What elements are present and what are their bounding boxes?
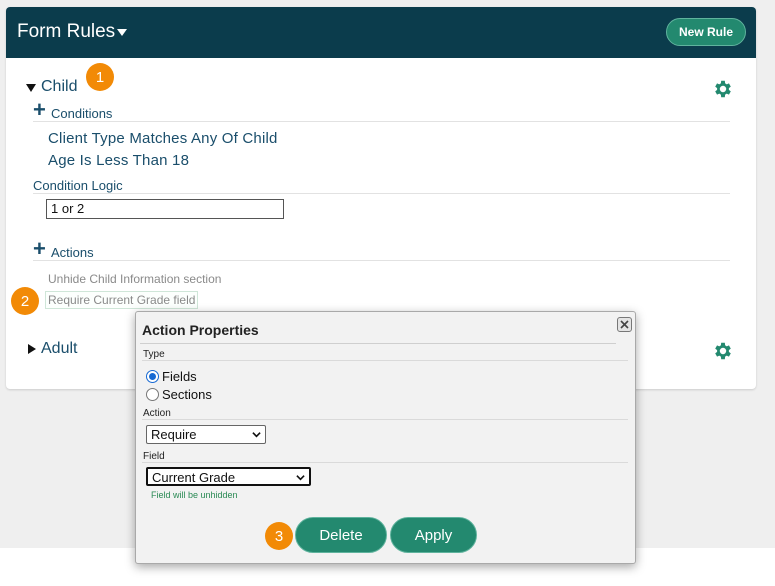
condition-logic-label: Condition Logic	[33, 178, 123, 193]
actions-header: Actions	[51, 245, 94, 260]
panel-title[interactable]: Form Rules	[17, 21, 115, 43]
field-select-value: Current Grade	[152, 470, 236, 485]
rule-name-adult[interactable]: Adult	[41, 340, 77, 358]
dialog-title: Action Properties	[142, 322, 259, 338]
conditions-header: Conditions	[51, 106, 113, 121]
triangle-right-icon[interactable]	[28, 344, 36, 354]
divider	[142, 462, 628, 463]
triangle-down-icon[interactable]	[26, 84, 36, 92]
divider	[142, 360, 628, 361]
divider	[33, 121, 730, 122]
field-hint: Field will be unhidden	[151, 490, 238, 500]
divider	[33, 193, 730, 194]
condition-logic-input[interactable]: 1 or 2	[46, 199, 284, 219]
delete-button[interactable]: Delete	[295, 517, 387, 553]
radio-button[interactable]	[146, 388, 159, 401]
radio-sections[interactable]: Sections	[146, 387, 212, 402]
action-select-value: Require	[151, 427, 197, 442]
gear-icon[interactable]	[712, 340, 734, 362]
close-button[interactable]	[617, 317, 632, 332]
step-badge-1: 1	[86, 63, 114, 91]
condition-item[interactable]: Client Type Matches Any Of Child	[48, 130, 278, 147]
radio-button-checked[interactable]	[146, 370, 159, 383]
gear-icon[interactable]	[712, 78, 734, 100]
close-icon	[620, 320, 629, 329]
field-label: Field	[143, 451, 165, 462]
field-select[interactable]: Current Grade	[146, 467, 311, 486]
action-label: Action	[143, 408, 171, 419]
divider	[140, 343, 616, 344]
caret-down-icon[interactable]	[117, 29, 127, 36]
step-badge-2: 2	[11, 287, 39, 315]
type-label: Type	[143, 349, 165, 360]
divider	[142, 419, 628, 420]
apply-button[interactable]: Apply	[390, 517, 477, 553]
action-item[interactable]: Unhide Child Information section	[48, 272, 221, 286]
new-rule-button[interactable]: New Rule	[666, 18, 746, 46]
panel-header: Form Rules New Rule	[6, 7, 756, 58]
action-properties-dialog: Action Properties Type Fields Sections A…	[135, 311, 636, 564]
chevron-down-icon	[252, 432, 261, 438]
condition-item[interactable]: Age Is Less Than 18	[48, 152, 189, 169]
divider	[33, 260, 730, 261]
radio-fields[interactable]: Fields	[146, 369, 197, 384]
chevron-down-icon	[296, 475, 305, 481]
action-select[interactable]: Require	[146, 425, 266, 444]
action-item-selected[interactable]: Require Current Grade field	[45, 291, 199, 309]
plus-icon[interactable]: +	[33, 99, 46, 121]
radio-label: Sections	[162, 387, 212, 402]
plus-icon[interactable]: +	[33, 238, 46, 260]
step-badge-3: 3	[265, 522, 293, 550]
rule-name-child[interactable]: Child	[41, 78, 77, 96]
radio-label: Fields	[162, 369, 197, 384]
